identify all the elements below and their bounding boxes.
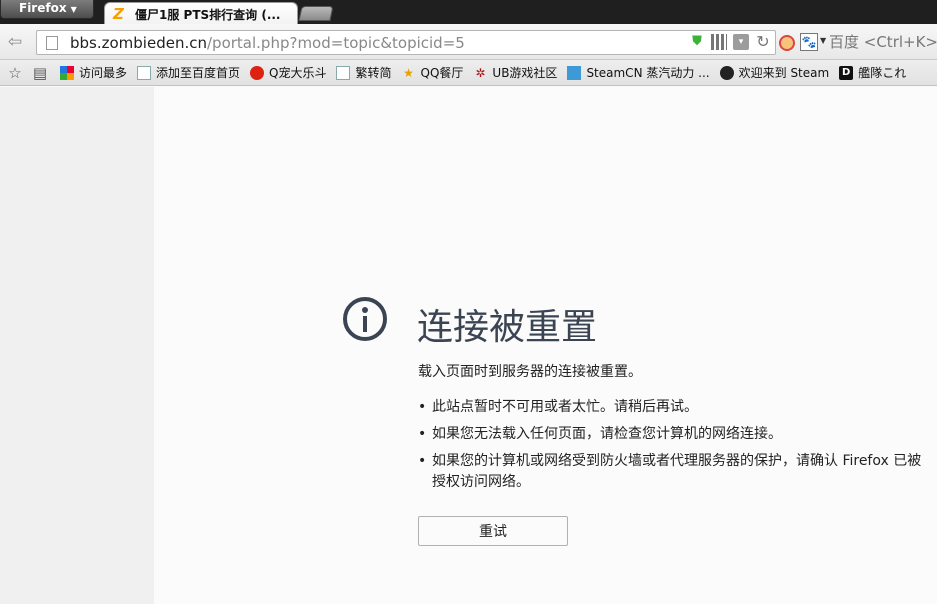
- dropdown-icon[interactable]: ▾: [733, 34, 749, 50]
- grid-icon: [60, 65, 74, 80]
- bookmark-label: SteamCN 蒸汽动力 ...: [586, 66, 710, 80]
- d-icon: D: [839, 65, 854, 80]
- baidu-paw-icon[interactable]: 🐾: [800, 33, 818, 51]
- zombieden-z-icon: Z: [113, 5, 124, 23]
- tab-title: 僵尸1服 PTS排行查询 (...: [135, 7, 281, 22]
- bookmark-label: QQ餐厅: [420, 66, 464, 80]
- bookmark-item[interactable]: 欢迎来到 Steam: [719, 64, 830, 81]
- page-icon: [137, 65, 152, 80]
- bookmark-item[interactable]: ✲ UB游戏社区: [473, 64, 557, 81]
- tab-active[interactable]: Z 僵尸1服 PTS排行查询 (...: [104, 2, 298, 25]
- bookmark-label: 添加至百度首页: [156, 66, 241, 80]
- shield-icon[interactable]: ⛊: [689, 34, 705, 50]
- firefox-menu-label: Firefox: [19, 1, 67, 15]
- url-bar-icons: ⛊ ▾ ↻: [689, 34, 771, 50]
- bookmark-item[interactable]: D 艦隊これ: [839, 64, 906, 81]
- noscript-icon[interactable]: [779, 35, 795, 51]
- bookmark-label: Q宠大乐斗: [269, 66, 327, 80]
- info-icon: [343, 297, 387, 341]
- bookmark-label: 繁转简: [355, 66, 392, 80]
- back-arrow-icon: ⇦: [7, 32, 23, 52]
- qq-pet-icon: [250, 65, 265, 80]
- bookmark-item[interactable]: Q宠大乐斗: [250, 64, 326, 81]
- steamcn-icon: [567, 65, 582, 80]
- bookmark-label: 访问最多: [79, 66, 128, 80]
- bookmark-star-icon[interactable]: ☆: [5, 63, 25, 83]
- page-icon: [46, 35, 58, 50]
- new-tab-button[interactable]: [298, 6, 334, 21]
- url-text[interactable]: bbs.zombieden.cn/portal.php?mod=topic&to…: [70, 34, 465, 52]
- bookmark-item[interactable]: 繁转简: [336, 64, 392, 81]
- left-margin: [0, 87, 154, 604]
- qr-code-icon[interactable]: [711, 34, 727, 50]
- ub-icon: ✲: [475, 65, 486, 80]
- star-icon: ★: [403, 65, 414, 80]
- chevron-down-icon: ▼: [70, 5, 77, 14]
- tab-strip: Firefox ▼ Z 僵尸1服 PTS排行查询 (...: [0, 0, 937, 25]
- navigation-bar: ⇦ bbs.zombieden.cn/portal.php?mod=topic&…: [0, 24, 937, 60]
- bookmark-item[interactable]: ★ QQ餐厅: [402, 64, 464, 81]
- bookmark-label: 欢迎来到 Steam: [738, 66, 830, 80]
- reload-icon[interactable]: ↻: [755, 34, 771, 50]
- steam-icon: [719, 65, 734, 80]
- list-item: 如果您无法载入任何页面，请检查您计算机的网络连接。: [418, 424, 928, 445]
- back-button[interactable]: ⇦: [4, 31, 26, 53]
- bookmark-item[interactable]: 添加至百度首页: [137, 64, 240, 81]
- bookmark-item[interactable]: 访问最多: [60, 64, 127, 81]
- error-description: 载入页面时到服务器的连接被重置。: [418, 364, 642, 380]
- chevron-down-icon[interactable]: ▼: [820, 36, 826, 45]
- search-input[interactable]: 百度 <Ctrl+K>: [829, 31, 937, 53]
- retry-button[interactable]: 重试: [418, 516, 568, 546]
- bookmarks-menu-icon[interactable]: ▤: [30, 63, 50, 83]
- error-title: 连接被重置: [417, 307, 598, 348]
- list-item: 此站点暂时不可用或者太忙。请稍后再试。: [418, 397, 928, 418]
- bookmark-label: 艦隊これ: [858, 66, 907, 80]
- bookmark-label: UB游戏社区: [492, 66, 558, 80]
- firefox-menu-button[interactable]: Firefox ▼: [0, 0, 94, 19]
- url-domain: bbs.zombieden.cn: [70, 33, 207, 52]
- list-item: 如果您的计算机或网络受到防火墙或者代理服务器的保护，请确认 Firefox 已被…: [418, 451, 928, 493]
- page-icon: [336, 65, 351, 80]
- error-suggestions: 此站点暂时不可用或者太忙。请稍后再试。 如果您无法载入任何页面，请检查您计算机的…: [418, 397, 928, 499]
- url-path: /portal.php?mod=topic&topicid=5: [207, 33, 465, 52]
- bookmarks-bar: ☆ ▤ 访问最多 添加至百度首页 Q宠大乐斗 繁转简 ★ QQ餐厅 ✲ UB游戏社区…: [0, 60, 937, 86]
- url-bar[interactable]: bbs.zombieden.cn/portal.php?mod=topic&to…: [36, 30, 776, 55]
- bookmark-item[interactable]: SteamCN 蒸汽动力 ...: [567, 64, 710, 81]
